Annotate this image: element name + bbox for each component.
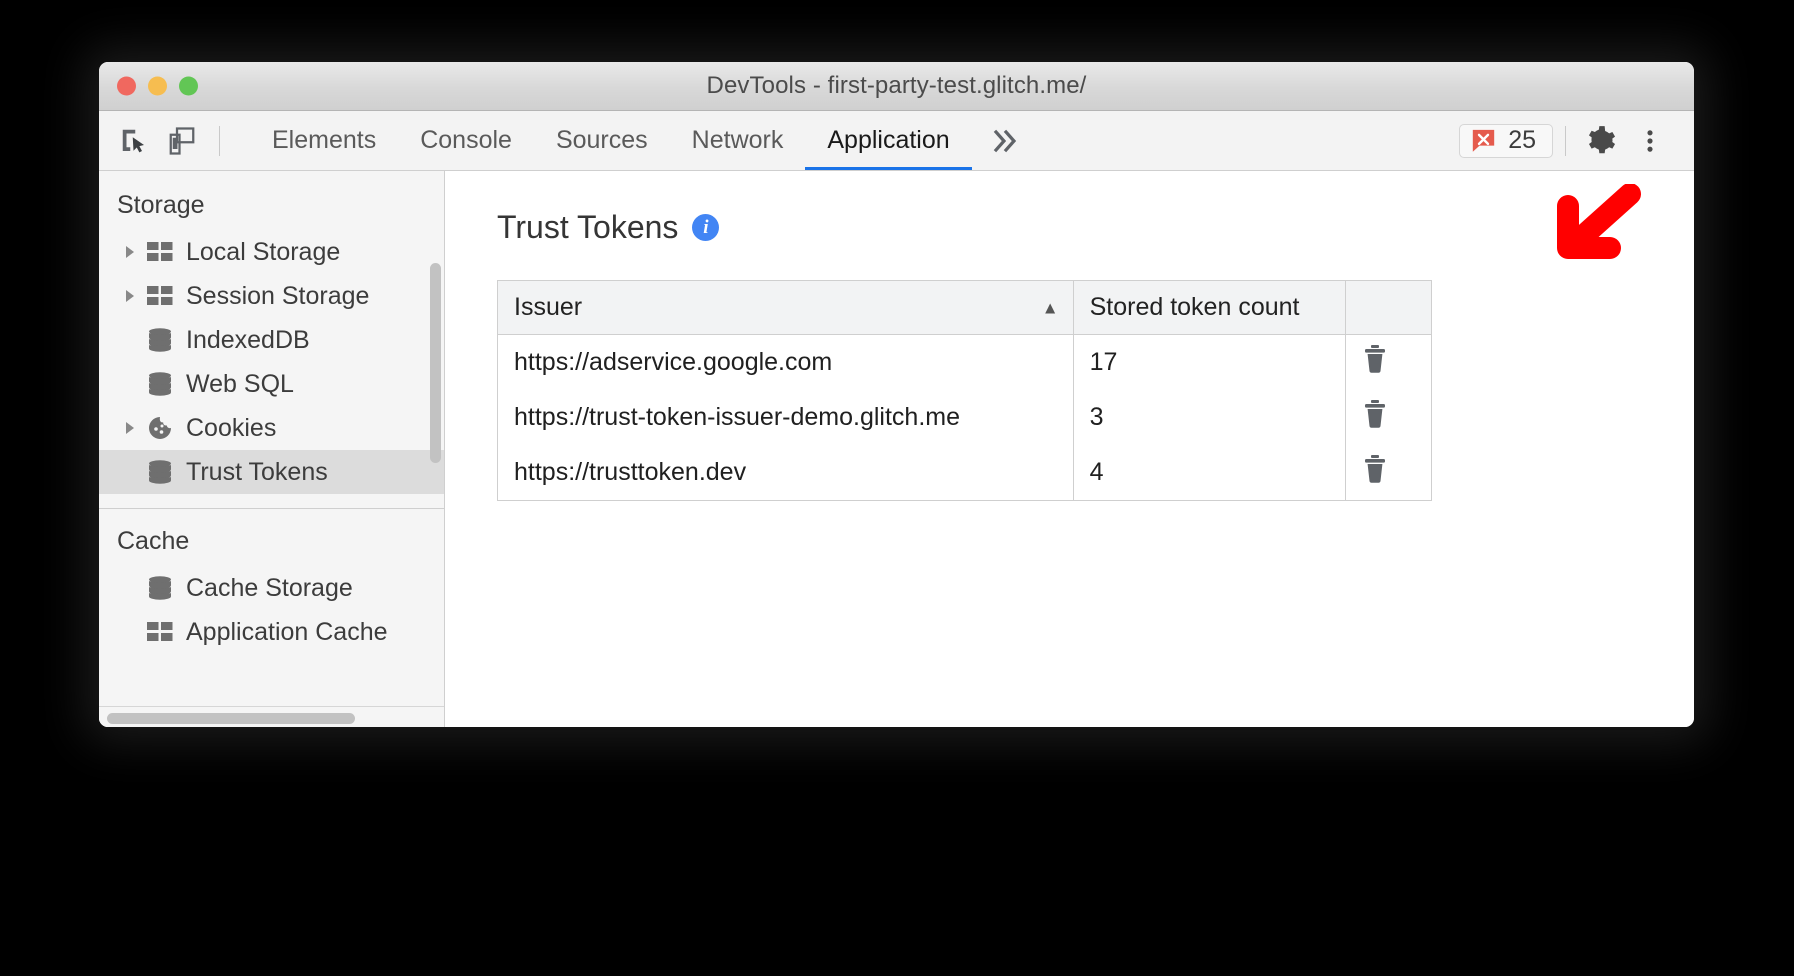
sidebar-item-trust-tokens[interactable]: Trust Tokens — [99, 450, 444, 494]
trash-icon[interactable] — [1362, 462, 1388, 490]
toolbar-left-icons — [99, 111, 240, 170]
column-header-stored-token-count[interactable]: Stored token count — [1073, 281, 1345, 335]
trust-tokens-table: Issuer ▲ Stored token count — [497, 280, 1432, 501]
devtools-toolbar: Elements Console Sources Network Applica… — [99, 111, 1694, 171]
database-icon — [143, 371, 177, 397]
expand-triangle-icon[interactable] — [117, 288, 143, 304]
cell-token-count: 4 — [1073, 445, 1345, 501]
sidebar-item-cookies[interactable]: Cookies — [99, 406, 444, 450]
cookie-icon — [143, 415, 177, 441]
sidebar-item-label: Session Storage — [186, 284, 369, 309]
more-tabs-button[interactable] — [972, 111, 1042, 170]
tab-label: Network — [692, 126, 784, 155]
page-title: Trust Tokens — [497, 211, 678, 243]
trash-icon[interactable] — [1362, 407, 1388, 435]
sidebar-item-application-cache[interactable]: Application Cache — [99, 610, 444, 654]
application-sidebar: Storage Loc — [99, 171, 445, 727]
settings-button[interactable] — [1578, 119, 1622, 163]
trust-tokens-panel: Trust Tokens i Issuer ▲ — [445, 171, 1694, 727]
sidebar-item-indexeddb[interactable]: IndexedDB — [99, 318, 444, 362]
cell-issuer: https://trusttoken.dev — [498, 445, 1074, 501]
panel-heading: Trust Tokens i — [497, 211, 1694, 243]
error-count: 25 — [1508, 126, 1536, 155]
main-menu-button[interactable] — [1628, 119, 1672, 163]
sidebar-item-label: Cookies — [186, 416, 276, 441]
trash-icon[interactable] — [1362, 352, 1388, 380]
sidebar-item-cache-storage[interactable]: Cache Storage — [99, 566, 444, 610]
table-row[interactable]: https://trust-token-issuer-demo.glitch.m… — [498, 390, 1432, 445]
table-header-row: Issuer ▲ Stored token count — [498, 281, 1432, 335]
cell-issuer: https://adservice.google.com — [498, 335, 1074, 391]
scrollbar-thumb[interactable] — [107, 713, 355, 724]
column-header-actions — [1345, 281, 1431, 335]
cell-issuer: https://trust-token-issuer-demo.glitch.m… — [498, 390, 1074, 445]
table-row[interactable]: https://adservice.google.com 17 — [498, 335, 1432, 391]
window-titlebar: DevTools - first-party-test.glitch.me/ — [99, 62, 1694, 111]
chevron-double-right-icon — [992, 128, 1022, 154]
table-row[interactable]: https://trusttoken.dev 4 — [498, 445, 1432, 501]
error-icon — [1470, 127, 1497, 154]
cell-token-count: 3 — [1073, 390, 1345, 445]
devtools-body: Storage Loc — [99, 171, 1694, 727]
panel-tabs: Elements Console Sources Network Applica… — [250, 111, 1042, 170]
more-vertical-icon — [1636, 126, 1664, 156]
toolbar-divider — [219, 126, 220, 156]
sidebar-item-web-sql[interactable]: Web SQL — [99, 362, 444, 406]
sidebar-item-label: Web SQL — [186, 372, 294, 397]
database-icon — [143, 327, 177, 353]
column-header-issuer[interactable]: Issuer ▲ — [498, 281, 1074, 335]
screenshot-canvas: DevTools - first-party-test.glitch.me/ — [0, 0, 1794, 976]
minimize-window-button[interactable] — [148, 77, 167, 96]
toolbar-right-controls: 25 — [1459, 111, 1694, 170]
tab-sources[interactable]: Sources — [534, 111, 670, 170]
tab-console[interactable]: Console — [398, 111, 534, 170]
sidebar-item-session-storage[interactable]: Session Storage — [99, 274, 444, 318]
cell-delete — [1345, 335, 1431, 391]
sidebar-item-label: Application Cache — [186, 620, 388, 645]
table-icon — [143, 285, 177, 307]
tab-elements[interactable]: Elements — [250, 111, 398, 170]
sidebar-item-label: Local Storage — [186, 240, 340, 265]
sidebar-vertical-scrollbar[interactable] — [430, 263, 441, 463]
cell-delete — [1345, 390, 1431, 445]
tab-label: Elements — [272, 126, 376, 155]
tab-label: Sources — [556, 126, 648, 155]
sidebar-item-local-storage[interactable]: Local Storage — [99, 230, 444, 274]
tab-label: Application — [827, 126, 949, 155]
sidebar-item-label: IndexedDB — [186, 328, 310, 353]
gear-icon — [1584, 125, 1616, 157]
error-count-badge[interactable]: 25 — [1459, 124, 1553, 158]
sidebar-item-label: Cache Storage — [186, 576, 353, 601]
cell-token-count: 17 — [1073, 335, 1345, 391]
sort-ascending-icon: ▲ — [1042, 299, 1059, 316]
device-toolbar-icon[interactable] — [165, 124, 199, 158]
devtools-window: DevTools - first-party-test.glitch.me/ — [99, 62, 1694, 727]
sidebar-horizontal-scrollbar[interactable] — [99, 706, 444, 727]
sidebar-group-storage-title: Storage — [99, 185, 444, 230]
toolbar-divider-right — [1565, 126, 1566, 156]
maximize-window-button[interactable] — [179, 77, 198, 96]
column-header-label: Issuer — [514, 293, 582, 321]
column-header-label: Stored token count — [1090, 293, 1300, 321]
database-icon — [143, 575, 177, 601]
sidebar-group-cache-title: Cache — [99, 509, 444, 566]
tab-network[interactable]: Network — [670, 111, 806, 170]
expand-triangle-icon[interactable] — [117, 244, 143, 260]
close-window-button[interactable] — [117, 77, 136, 96]
window-traffic-lights — [117, 77, 198, 96]
tab-label: Console — [420, 126, 512, 155]
database-icon — [143, 459, 177, 485]
sidebar-item-label: Trust Tokens — [186, 460, 328, 485]
expand-triangle-icon[interactable] — [117, 420, 143, 436]
table-icon — [143, 621, 177, 643]
sidebar-scroll-area: Storage Loc — [99, 171, 444, 706]
tab-application[interactable]: Application — [805, 111, 971, 170]
inspect-element-icon[interactable] — [117, 124, 151, 158]
cell-delete — [1345, 445, 1431, 501]
table-icon — [143, 241, 177, 263]
info-icon[interactable]: i — [692, 214, 719, 241]
window-title: DevTools - first-party-test.glitch.me/ — [99, 72, 1694, 100]
